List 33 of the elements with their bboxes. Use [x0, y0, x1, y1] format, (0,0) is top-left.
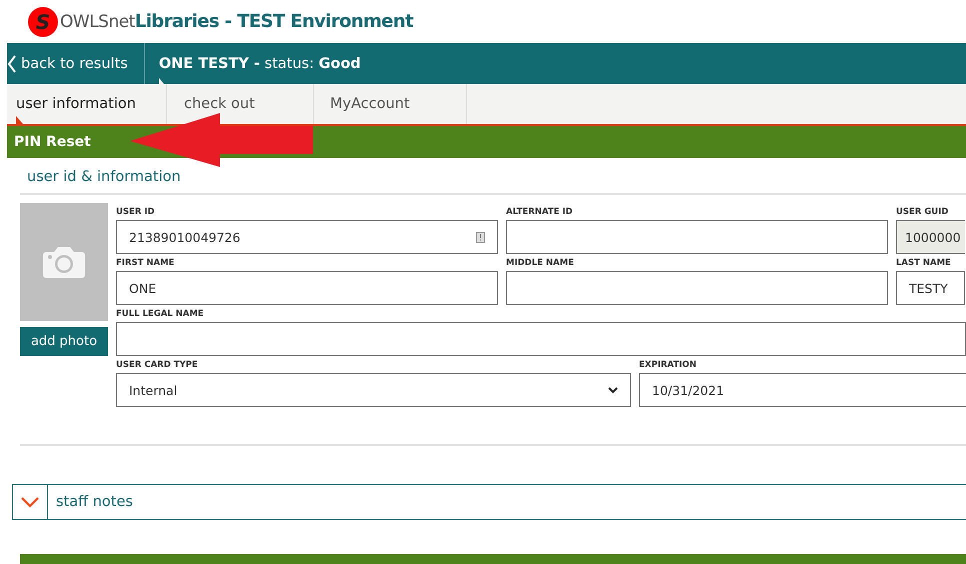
tab[interactable]: MyAccount: [313, 84, 467, 124]
tab[interactable]: user information: [7, 84, 166, 124]
field-label: MIDDLE NAME: [506, 258, 575, 270]
site-title: Libraries - TEST Environment: [134, 11, 414, 32]
field-label: USER CARD TYPE: [116, 360, 199, 372]
chevron-down-icon: [608, 386, 618, 394]
field-label: FIRST NAME: [116, 258, 176, 270]
field-label: USER GUID: [896, 207, 950, 219]
logo: S: [28, 6, 58, 36]
dropdown[interactable]: Internal: [116, 373, 631, 407]
field-label: ALTERNATE ID: [506, 207, 574, 219]
section-title: staff notes: [55, 494, 133, 510]
pin-reset-link[interactable]: PIN Reset: [14, 134, 91, 150]
field-label: LAST NAME: [896, 258, 952, 270]
input-field[interactable]: 21389010049726: [116, 220, 498, 254]
input-field[interactable]: ONE: [116, 271, 498, 305]
patron-status: ONE TESTY - status: Good: [158, 56, 361, 72]
input-field[interactable]: [506, 271, 888, 305]
info-icon[interactable]: [476, 232, 485, 242]
field-label: EXPIRATION: [639, 360, 698, 372]
input-field[interactable]: 10/31/2021: [639, 373, 966, 407]
input-field[interactable]: TESTY: [896, 271, 965, 305]
brand-prefix: OWLSnet: [60, 12, 135, 32]
section-title: user id & information: [26, 168, 182, 187]
chevron-down-icon: [21, 496, 39, 508]
field-label: FULL LEGAL NAME: [116, 309, 205, 321]
input-field[interactable]: [506, 220, 888, 254]
add-photo-button[interactable]: add photo: [20, 327, 108, 356]
camera-icon: [42, 245, 86, 279]
chevron-left-icon: [7, 54, 17, 72]
input-field[interactable]: [116, 322, 966, 356]
field-label: USER ID: [116, 207, 156, 219]
input-field[interactable]: 1000000: [896, 220, 965, 254]
